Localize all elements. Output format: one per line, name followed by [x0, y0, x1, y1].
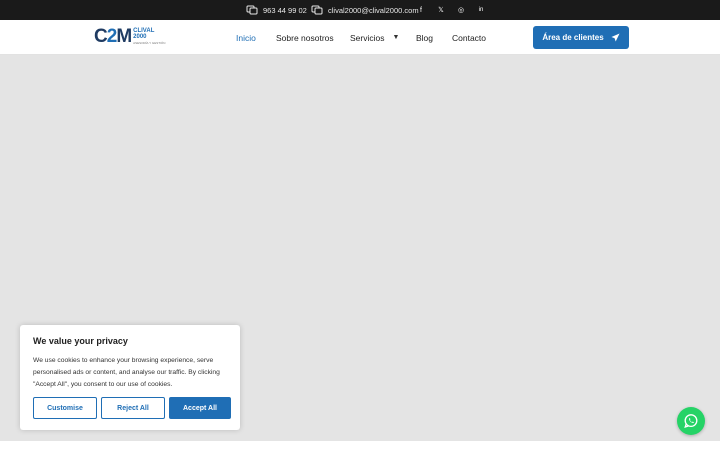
email-contact[interactable]: clival2000@clival2000.com [311, 0, 419, 20]
cookie-text: We use cookies to enhance your browsing … [33, 357, 220, 388]
facebook-icon[interactable]: f [415, 4, 427, 16]
client-area-label: Área de clientes [542, 33, 604, 42]
nav-servicios-label: Servicios [350, 32, 385, 43]
whatsapp-icon [684, 414, 698, 428]
instagram-icon[interactable]: ◎ [455, 4, 467, 16]
customise-button[interactable]: Customise [33, 397, 97, 419]
nav-servicios[interactable]: Servicios ▼ [350, 20, 399, 55]
nav-inicio[interactable]: Inicio [236, 20, 256, 55]
page-bottom [0, 441, 720, 450]
x-twitter-icon[interactable]: 𝕏 [435, 4, 447, 16]
client-area-button[interactable]: Área de clientes [533, 26, 629, 49]
nav-blog[interactable]: Blog [416, 20, 433, 55]
phone-number[interactable]: 963 44 99 02 [263, 6, 307, 15]
chevron-down-icon: ▼ [392, 34, 400, 41]
logo-wordmark: CLIVAL 2000 ASESORÍA Y GESTIÓN [133, 28, 166, 45]
nav-contacto[interactable]: Contacto [452, 20, 486, 55]
cookie-title: We value your privacy [33, 336, 128, 346]
email-icon [311, 5, 323, 15]
cookie-buttons: Customise Reject All Accept All [33, 397, 231, 419]
linkedin-icon[interactable]: in [475, 4, 487, 16]
email-address[interactable]: clival2000@clival2000.com [328, 6, 419, 15]
logo-mark: C2M [94, 26, 132, 47]
logo[interactable]: C2M CLIVAL 2000 ASESORÍA Y GESTIÓN [94, 26, 166, 47]
nav-sobre-nosotros[interactable]: Sobre nosotros [276, 20, 334, 55]
top-bar: 963 44 99 02 clival2000@clival2000.com f… [0, 0, 720, 20]
site-header: C2M CLIVAL 2000 ASESORÍA Y GESTIÓN Inici… [0, 20, 720, 55]
whatsapp-button[interactable] [677, 407, 705, 435]
send-icon [611, 33, 620, 42]
cookie-consent-banner: We value your privacy We use cookies to … [20, 325, 240, 430]
accept-all-button[interactable]: Accept All [169, 397, 231, 419]
phone-icon [246, 5, 258, 15]
phone-contact[interactable]: 963 44 99 02 [246, 0, 307, 20]
reject-all-button[interactable]: Reject All [101, 397, 165, 419]
